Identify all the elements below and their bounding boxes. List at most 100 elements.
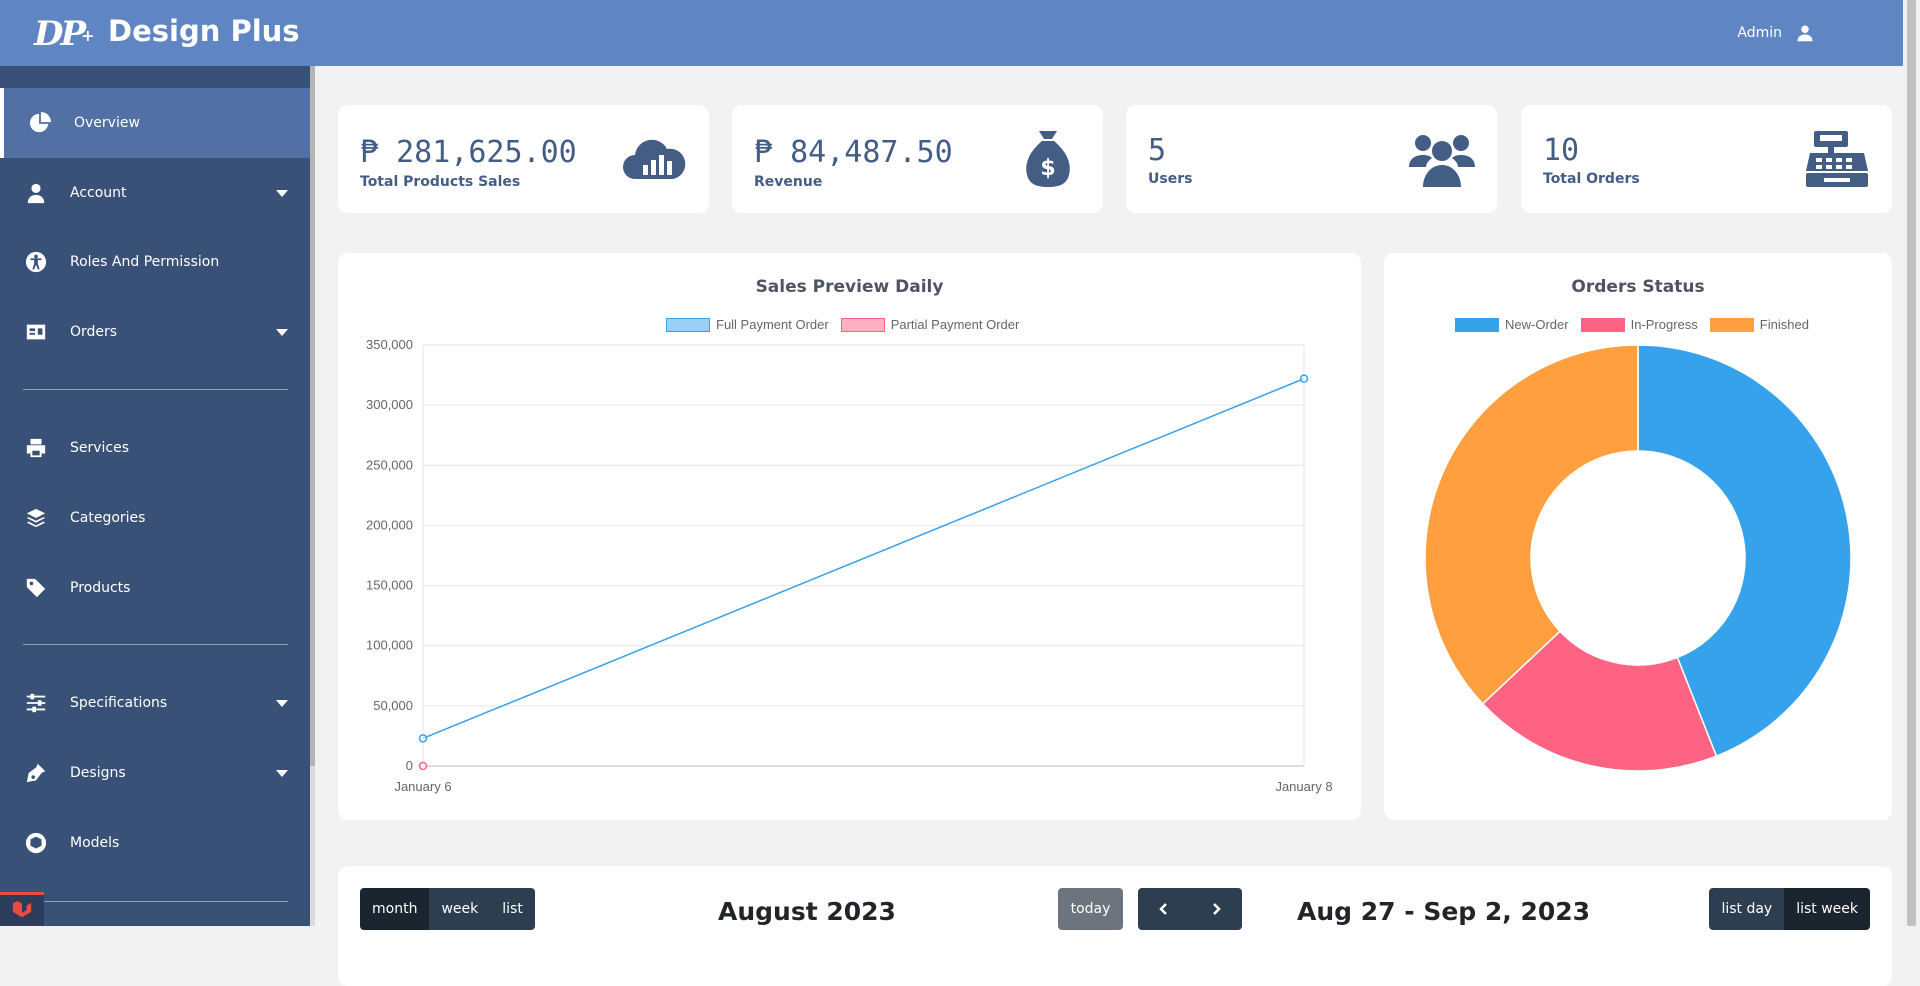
chevron-down-icon xyxy=(276,190,288,197)
sidebar-item-account[interactable]: Account xyxy=(0,158,310,228)
list-view-button[interactable]: list xyxy=(490,888,535,930)
chevron-down-icon xyxy=(276,770,288,777)
top-navbar: DP+ Design Plus Admin xyxy=(0,0,1920,66)
chevron-down-icon xyxy=(276,329,288,336)
sidebar-item-label: Categories xyxy=(70,510,146,526)
calendar-card: month week list August 2023 today xyxy=(338,866,1361,986)
y-tick-label: 300,000 xyxy=(366,397,413,412)
user-icon xyxy=(24,181,48,205)
sidebar: Overview Account Roles And Permission Or… xyxy=(0,66,315,926)
y-tick-label: 50,000 xyxy=(373,698,413,713)
sidebar-divider xyxy=(23,644,288,645)
stat-value: 10 xyxy=(1543,133,1580,168)
stat-card-orders: 10 Total Orders xyxy=(1521,105,1892,213)
sidebar-item-label: Services xyxy=(70,440,130,456)
stat-label: Users xyxy=(1148,171,1193,187)
calendar-nav xyxy=(1138,888,1242,930)
y-tick-label: 350,000 xyxy=(366,337,413,352)
laravel-icon xyxy=(12,900,32,917)
y-tick-label: 0 xyxy=(406,758,413,773)
sales-chart-card: Sales Preview Daily Full Payment Order P… xyxy=(338,253,1361,820)
stat-card-revenue: ₱ 84,487.50 Revenue $ xyxy=(732,105,1103,213)
cloud-chart-icon xyxy=(621,129,687,189)
data-point xyxy=(418,761,428,771)
svg-text:$: $ xyxy=(1040,156,1055,181)
prev-button[interactable] xyxy=(1138,888,1190,930)
pen-nib-icon xyxy=(24,761,48,785)
today-button[interactable]: today xyxy=(1058,888,1123,930)
sidebar-item-specifications[interactable]: Specifications xyxy=(0,668,310,738)
calendar-list-title: Aug 27 - Sep 2, 2023 xyxy=(1297,897,1591,926)
user-name: Admin xyxy=(1737,25,1782,41)
cash-register-icon xyxy=(1804,129,1870,189)
layers-icon xyxy=(24,506,48,530)
user-menu[interactable]: Admin xyxy=(1737,24,1814,42)
sidebar-item-designs[interactable]: Designs xyxy=(0,738,310,808)
sidebar-item-label: Specifications xyxy=(70,695,168,711)
stat-value: ₱ 281,625.00 xyxy=(360,135,577,170)
printer-icon xyxy=(24,436,48,460)
calendar-title: August 2023 xyxy=(718,897,896,926)
x-tick-label: January 6 xyxy=(394,779,451,794)
sidebar-divider xyxy=(23,901,288,902)
calendar-view-switch: month week list xyxy=(360,888,535,930)
sliders-icon xyxy=(24,691,48,715)
line-chart: 350,000 300,000 250,000 200,000 150,000 100,0… xyxy=(366,337,1333,794)
y-tick-label: 150,000 xyxy=(366,578,413,593)
sidebar-item-orders[interactable]: Orders xyxy=(0,297,310,367)
chevron-right-icon xyxy=(1213,903,1221,915)
sidebar-item-label: Models xyxy=(70,835,120,851)
week-view-button[interactable]: week xyxy=(429,888,491,930)
debugbar-toggle[interactable] xyxy=(0,892,44,926)
stat-label: Revenue xyxy=(754,174,823,190)
sidebar-item-label: Orders xyxy=(70,324,118,340)
stat-card-users: 5 Users xyxy=(1126,105,1497,213)
sidebar-item-label: Designs xyxy=(70,765,126,781)
accessibility-icon xyxy=(24,250,48,274)
y-tick-label: 250,000 xyxy=(366,457,413,472)
x-tick-label: January 8 xyxy=(1275,779,1332,794)
y-tick-label: 200,000 xyxy=(366,517,413,532)
series-line xyxy=(422,377,1305,740)
sidebar-item-services[interactable]: Services xyxy=(0,413,310,483)
sidebar-item-label: Overview xyxy=(74,115,140,131)
chevron-left-icon xyxy=(1159,903,1167,915)
sidebar-item-models[interactable]: Models xyxy=(0,808,310,878)
data-point xyxy=(1299,374,1309,383)
users-icon xyxy=(1409,129,1475,189)
month-view-button[interactable]: month xyxy=(360,888,430,930)
sidebar-scrollbar[interactable] xyxy=(310,66,315,926)
pie-chart-icon xyxy=(28,111,52,135)
orders-status-card: Orders Status New-Order In-Progress Fini… xyxy=(1384,253,1892,820)
sidebar-item-roles[interactable]: Roles And Permission xyxy=(0,227,310,297)
stat-value: 5 xyxy=(1148,133,1167,168)
money-bag-icon: $ xyxy=(1015,129,1081,189)
data-point xyxy=(418,734,428,743)
stat-card-total-sales: ₱ 281,625.00 Total Products Sales xyxy=(338,105,709,213)
calendar-list-card: Aug 27 - Sep 2, 2023 list day list week xyxy=(1275,866,1892,986)
cube-icon xyxy=(24,831,48,855)
list-day-button[interactable]: list day xyxy=(1709,888,1785,930)
next-button[interactable] xyxy=(1190,888,1242,930)
brand-name[interactable]: Design Plus xyxy=(108,14,300,48)
doughnut-chart xyxy=(1424,344,1852,772)
stat-label: Total Products Sales xyxy=(360,174,521,190)
list-view-switch: list day list week xyxy=(1709,888,1870,930)
pie-slice xyxy=(1424,344,1639,705)
sidebar-item-label: Account xyxy=(70,185,127,201)
sidebar-item-categories[interactable]: Categories xyxy=(0,483,310,553)
sidebar-item-label: Products xyxy=(70,580,131,596)
stat-label: Total Orders xyxy=(1543,171,1640,187)
user-icon xyxy=(1797,25,1813,42)
list-week-button[interactable]: list week xyxy=(1784,888,1870,930)
sidebar-divider xyxy=(23,389,288,390)
sidebar-item-overview[interactable]: Overview xyxy=(0,88,310,158)
page-scrollbar[interactable] xyxy=(1903,0,1920,926)
id-card-icon xyxy=(24,320,48,344)
sidebar-item-label: Roles And Permission xyxy=(70,254,220,270)
sidebar-item-products[interactable]: Products xyxy=(0,553,310,623)
chevron-down-icon xyxy=(276,700,288,707)
y-tick-label: 100,000 xyxy=(366,638,413,653)
tags-icon xyxy=(24,576,48,600)
brand-logo[interactable]: DP+ xyxy=(34,14,95,54)
